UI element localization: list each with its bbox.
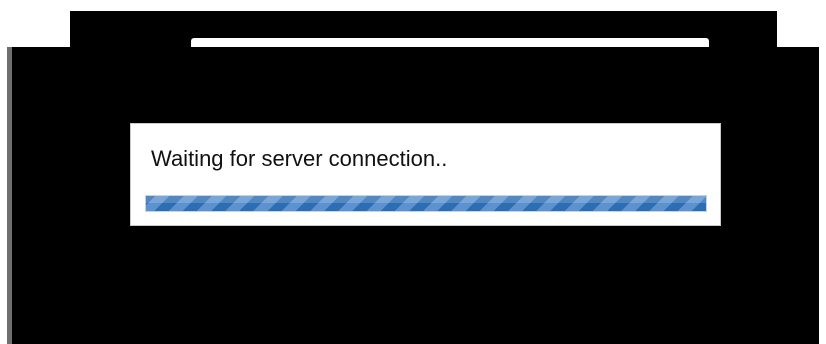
connection-dialog: Waiting for server connection.. — [130, 123, 721, 226]
screen: Waiting for server connection.. — [0, 0, 826, 344]
dialog-message: Waiting for server connection.. — [151, 146, 448, 171]
progress-bar-gloss — [146, 196, 706, 203]
progress-bar — [145, 195, 707, 212]
left-edge-bar — [7, 47, 12, 344]
